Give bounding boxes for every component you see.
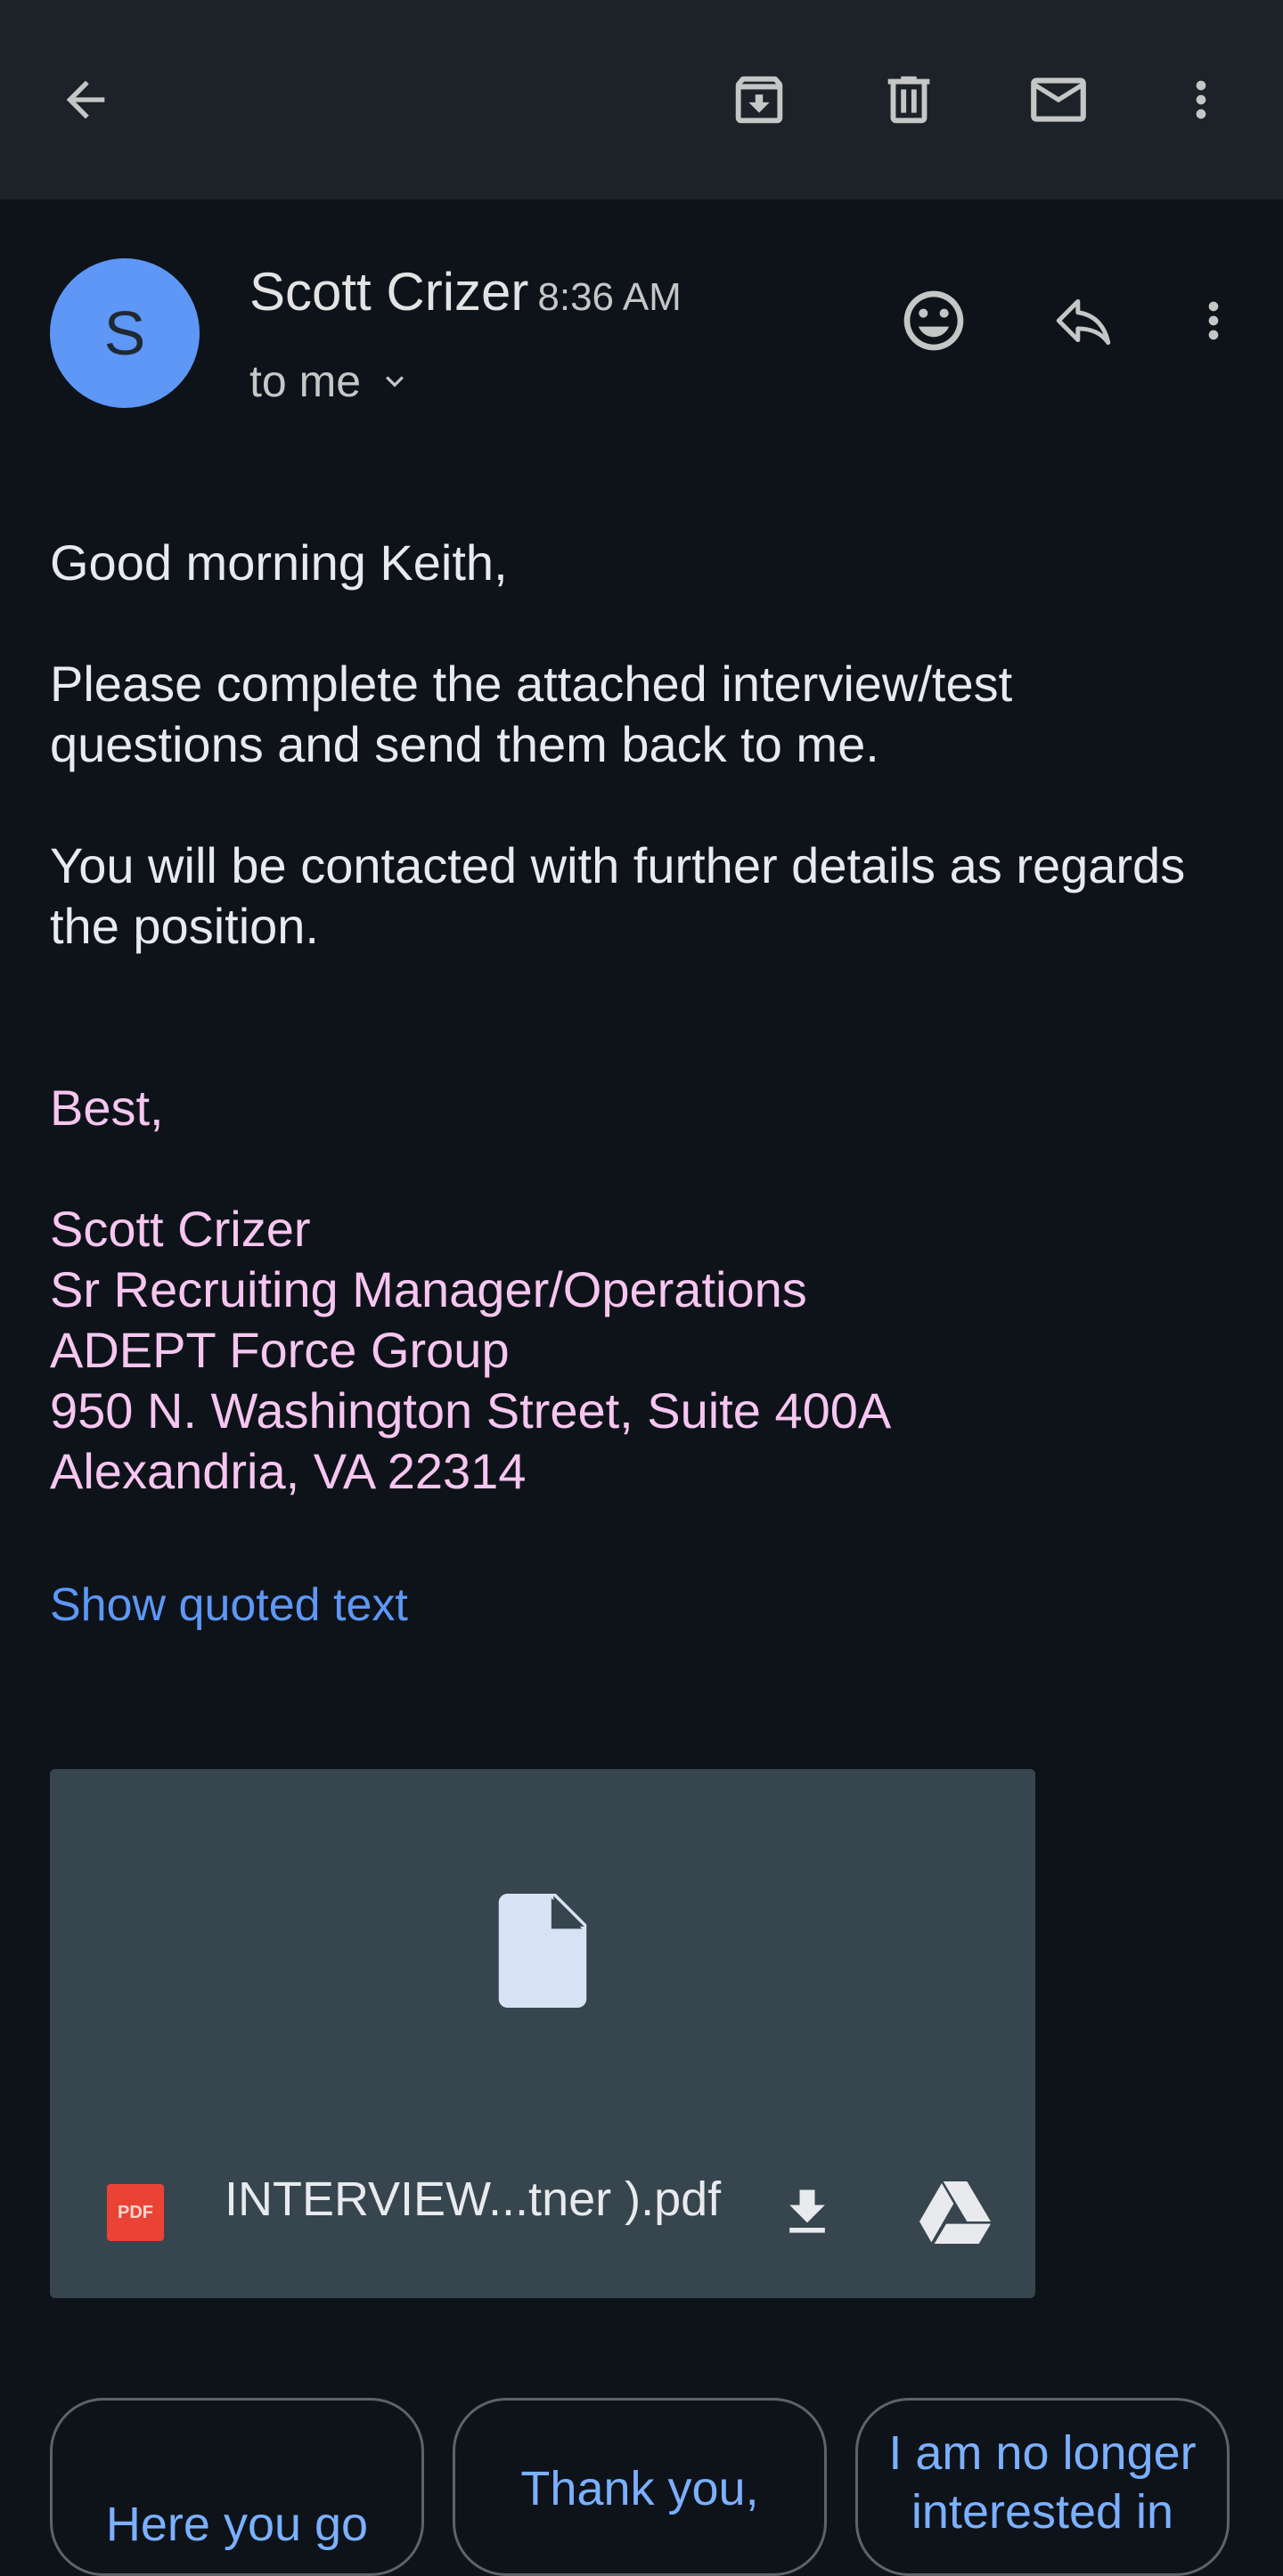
signature-closing: Best, (50, 1080, 164, 1136)
pdf-badge: PDF (107, 2184, 164, 2241)
message-more-button[interactable] (1169, 276, 1258, 365)
signature-city: Alexandria, VA 22314 (50, 1443, 527, 1499)
smart-reply-text: I am no longer (888, 2426, 1197, 2480)
signature-address: 950 N. Washington Street, Suite 400A (50, 1382, 892, 1439)
smart-reply-chip[interactable]: Thank you, (453, 2398, 827, 2576)
emoji-icon (903, 290, 964, 351)
download-icon (789, 2189, 825, 2233)
download-button[interactable] (763, 2168, 852, 2257)
smart-reply-chip[interactable]: I am no longer interested in (855, 2398, 1230, 2576)
archive-button[interactable] (715, 55, 804, 144)
archive-icon (735, 76, 783, 124)
signature-name: Scott Crizer (50, 1201, 311, 1257)
mark-unread-icon (1031, 77, 1086, 122)
smart-reply-text: Here you go (105, 2498, 369, 2551)
signature-company: ADEPT Force Group (50, 1322, 510, 1378)
avatar-initial: S (103, 298, 146, 368)
attachment-filename: INTERVIEW...tner ).pdf (225, 2172, 722, 2226)
back-arrow-icon (66, 80, 105, 119)
chevron-down-icon (386, 376, 405, 387)
recipient-label: to me (249, 356, 362, 406)
recipient-toggle[interactable]: to me (249, 353, 413, 410)
top-app-bar (0, 0, 1283, 200)
smart-reply-text: Thank you, (520, 2462, 759, 2515)
smart-reply-chip[interactable]: Here you go (50, 2398, 424, 2576)
more-vert-icon (1208, 301, 1219, 340)
delete-button[interactable] (864, 55, 953, 144)
smart-reply-text: interested in (911, 2485, 1174, 2539)
reply-icon (1056, 298, 1111, 346)
react-button[interactable] (889, 276, 978, 365)
mark-unread-button[interactable] (1014, 55, 1103, 144)
signature-title: Sr Recruiting Manager/Operations (50, 1261, 807, 1317)
attachment-card[interactable]: PDF INTERVIEW...tner ).pdf (50, 1769, 1035, 2298)
back-button[interactable] (41, 55, 130, 144)
body-line: the position. (50, 898, 319, 954)
more-options-button[interactable] (1156, 55, 1246, 144)
pdf-icon: PDF (118, 2202, 153, 2222)
drive-icon (919, 2181, 991, 2244)
sender-line: Scott Crizer 8:36 AM (249, 258, 682, 331)
body-line: questions and send them back to me. (50, 716, 879, 772)
delete-icon (887, 76, 930, 124)
show-quoted-text-link[interactable]: Show quoted text (50, 1575, 408, 1635)
reply-button[interactable] (1039, 276, 1128, 365)
more-vert-icon (1196, 80, 1206, 119)
message-time: 8:36 AM (537, 275, 682, 319)
body-line: Please complete the attached interview/t… (50, 656, 1013, 712)
sender-avatar[interactable]: S (50, 258, 200, 408)
body-line: You will be contacted with further detai… (50, 837, 1186, 893)
body-greeting: Good morning Keith, (50, 534, 508, 591)
save-to-drive-button[interactable] (911, 2168, 1000, 2257)
file-icon (498, 1894, 587, 2008)
sender-name: Scott Crizer (249, 262, 529, 322)
